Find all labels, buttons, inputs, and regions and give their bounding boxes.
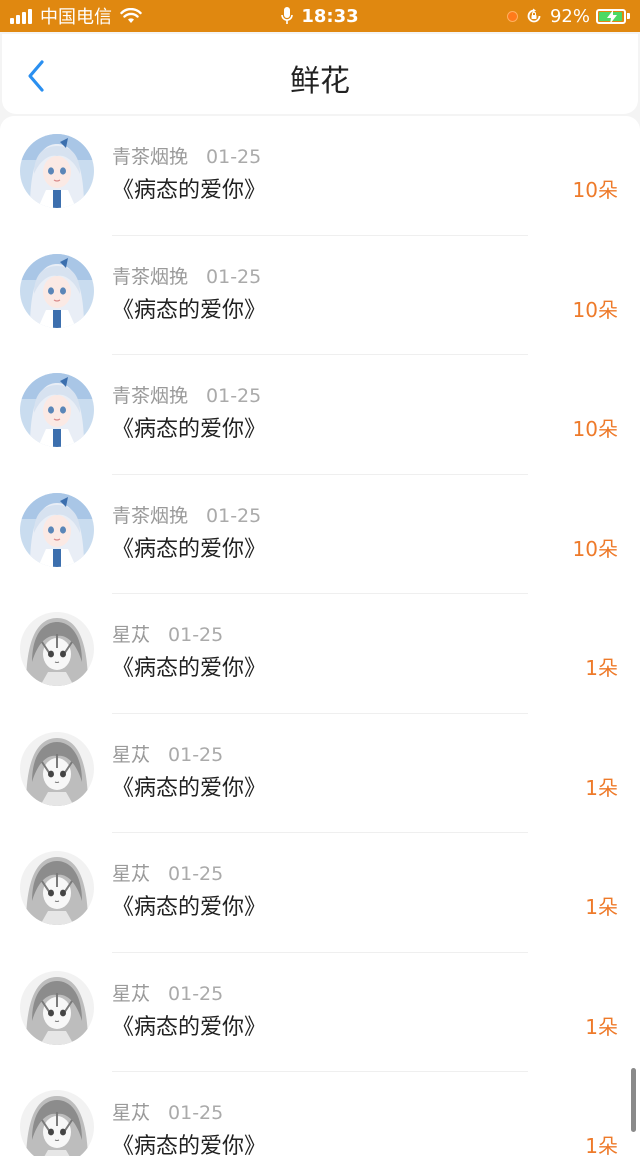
list-item[interactable]: 青茶烟挽 01-25 《病态的爱你》 10朵 [0,116,640,236]
meta-row: 星苁 01-25 [112,1098,223,1125]
meta-row: 青茶烟挽 01-25 [112,381,261,408]
meta-row: 星苁 01-25 [112,740,223,767]
date: 01-25 [168,743,224,766]
meta-row: 青茶烟挽 01-25 [112,501,261,528]
meta-row: 青茶烟挽 01-25 [112,142,261,169]
battery-icon [596,8,626,24]
gift-list: 青茶烟挽 01-25 《病态的爱你》 10朵 青茶烟挽 01-25 《病态的爱你》 10朵 … [0,116,640,1156]
date: 01-25 [206,385,262,407]
list-item[interactable]: 星苁 01-25 《病态的爱你》 1朵 [0,953,640,1072]
avatar[interactable] [20,1090,94,1156]
avatar[interactable] [20,134,94,208]
book-title: 《病态的爱你》 [112,895,267,920]
status-right: 92% [506,0,630,32]
book-title: 《病态的爱你》 [112,656,267,681]
list-item[interactable]: 星苁 01-25 《病态的爱你》 1朵 [0,594,640,714]
meta-row: 星苁 01-25 [112,979,223,1006]
flower-count: 1朵 [585,1134,618,1156]
date: 01-25 [168,863,224,885]
username: 星苁 [112,743,151,766]
username: 星苁 [112,624,151,646]
avatar[interactable] [20,492,94,567]
book-title: 《病态的爱你》 [112,536,267,562]
username: 星苁 [112,982,151,1005]
book-title: 《病态的爱你》 [112,1014,267,1040]
username: 星苁 [112,1102,151,1124]
date: 01-25 [168,1102,224,1124]
avatar[interactable] [20,253,94,328]
meta-row: 星苁 01-25 [112,620,223,647]
date: 01-25 [206,265,262,288]
book-title: 《病态的爱你》 [112,178,267,203]
meta-row: 星苁 01-25 [112,859,223,886]
flower-count: 10朵 [572,536,618,561]
recording-dot-icon [506,10,518,22]
list-item[interactable]: 星苁 01-25 《病态的爱你》 1朵 [0,1072,640,1156]
flower-count: 1朵 [585,775,618,800]
date: 01-25 [168,624,224,646]
flower-count: 10朵 [572,417,618,441]
book-title: 《病态的爱你》 [112,1134,267,1156]
flower-count: 1朵 [585,656,618,680]
username: 青茶烟挽 [112,146,189,168]
avatar[interactable] [20,851,94,925]
scrollbar[interactable] [631,1068,636,1132]
microphone-icon [281,7,294,24]
avatar[interactable] [20,970,94,1045]
username: 星苁 [112,863,151,885]
status-bar: 中国电信 18:33 92% [0,0,640,32]
battery-percent: 92% [549,5,590,27]
flower-count: 1朵 [585,895,618,919]
flower-count: 1朵 [585,1014,618,1039]
list-item[interactable]: 青茶烟挽 01-25 《病态的爱你》 10朵 [0,236,640,355]
list-item[interactable]: 星苁 01-25 《病态的爱你》 1朵 [0,714,640,833]
username: 青茶烟挽 [112,265,189,288]
page-title: 鲜花 [290,64,350,99]
list-item[interactable]: 青茶烟挽 01-25 《病态的爱你》 10朵 [0,355,640,475]
rotation-lock-icon [527,8,541,23]
avatar[interactable] [20,612,94,686]
avatar[interactable] [20,373,94,447]
avatar[interactable] [20,731,94,806]
list-item[interactable]: 星苁 01-25 《病态的爱你》 1朵 [0,833,640,953]
list-item[interactable]: 青茶烟挽 01-25 《病态的爱你》 10朵 [0,475,640,594]
date: 01-25 [206,504,262,527]
battery-cap [627,13,630,19]
username: 青茶烟挽 [112,385,189,407]
flower-count: 10朵 [572,178,618,202]
book-title: 《病态的爱你》 [112,417,267,442]
book-title: 《病态的爱你》 [112,775,267,801]
username: 青茶烟挽 [112,504,189,527]
status-time: 18:33 [301,5,359,27]
meta-row: 青茶烟挽 01-25 [112,262,261,289]
flower-count: 10朵 [572,297,618,322]
date: 01-25 [206,146,262,168]
nav-header: 鲜花 [2,34,638,114]
date: 01-25 [168,982,224,1005]
book-title: 《病态的爱你》 [112,297,267,323]
